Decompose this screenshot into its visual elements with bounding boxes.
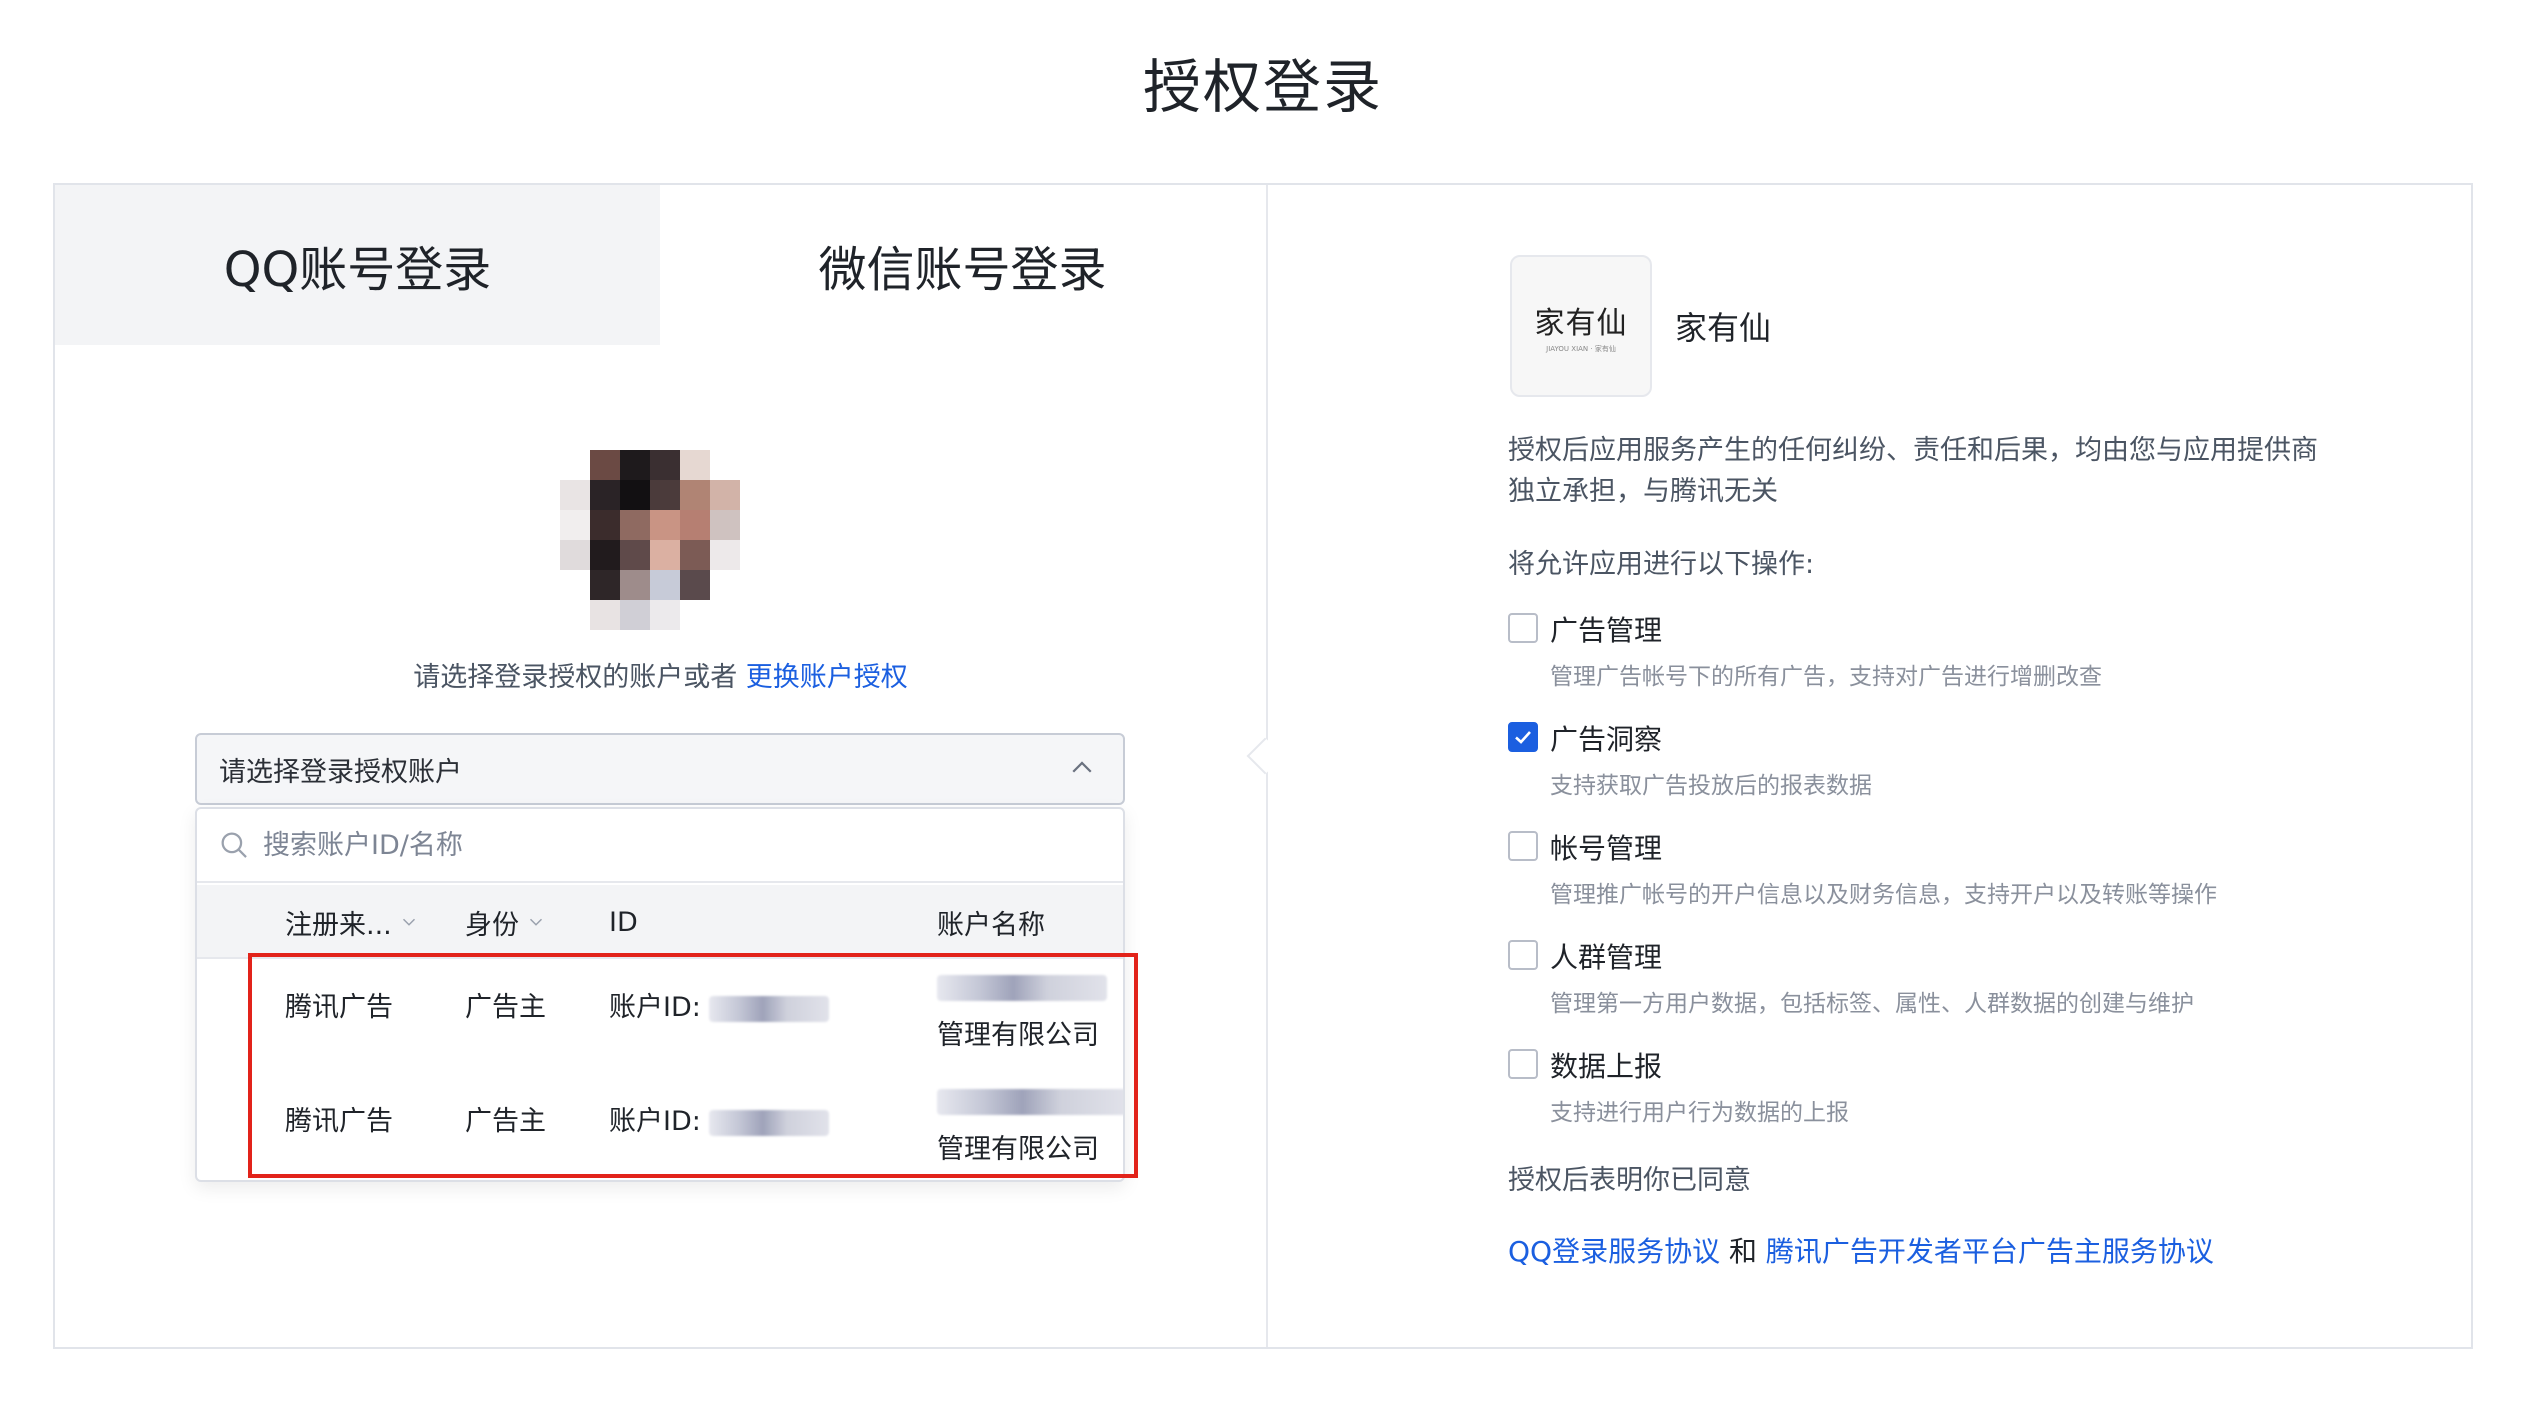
- permission-title: 广告管理: [1550, 614, 1663, 647]
- agree-text: 授权后表明你已同意: [1508, 1165, 1751, 1196]
- checkbox[interactable]: [1508, 613, 1538, 643]
- page-title: 授权登录: [1142, 53, 1383, 121]
- disclaimer: 授权后应用服务产生的任何纠纷、责任和后果，均由您与应用提供商独立承担，与腾讯无关: [1508, 435, 2318, 507]
- permission-title: 人群管理: [1550, 941, 1663, 974]
- app-logo-subtext: JIAYOU XIAN · 家有仙: [1546, 345, 1616, 353]
- app-logo: 家有仙 JIAYOU XIAN · 家有仙: [1510, 255, 1652, 397]
- permission-desc: 管理推广帐号的开户信息以及财务信息，支持开户以及转账等操作: [1550, 882, 2217, 908]
- checkbox[interactable]: [1508, 831, 1538, 861]
- chevron-down-icon: [402, 918, 415, 926]
- tab-qq-login[interactable]: QQ账号登录: [55, 185, 660, 345]
- panel-divider-notch: [1246, 737, 1284, 775]
- qq-login-agreement-link[interactable]: QQ登录服务协议: [1508, 1235, 1720, 1268]
- app-logo-text: 家有仙: [1534, 306, 1628, 341]
- checkbox-checked[interactable]: [1508, 722, 1538, 752]
- permission-desc: 支持进行用户行为数据的上报: [1550, 1100, 1849, 1126]
- column-role[interactable]: 身份: [465, 885, 547, 959]
- agreement-and: 和: [1729, 1235, 1758, 1268]
- column-role-label: 身份: [465, 909, 519, 941]
- agreement-links: QQ登录服务协议 和 腾讯广告开发者平台广告主服务协议: [1508, 1230, 2214, 1270]
- account-select[interactable]: 请选择登录授权账户: [195, 733, 1125, 805]
- search-icon: [221, 832, 247, 858]
- checkbox[interactable]: [1508, 1049, 1538, 1079]
- column-id: ID: [609, 906, 638, 938]
- platform-agreement-link[interactable]: 腾讯广告开发者平台广告主服务协议: [1766, 1235, 2214, 1268]
- column-name: 账户名称: [937, 909, 1045, 941]
- permission-desc: 管理第一方用户数据，包括标签、属性、人群数据的创建与维护: [1550, 991, 2194, 1017]
- login-prompt: 请选择登录授权的账户或者 更换账户授权: [55, 655, 1266, 694]
- account-select-placeholder: 请选择登录授权账户: [219, 756, 462, 788]
- allow-label: 将允许应用进行以下操作:: [1508, 549, 1815, 580]
- check-icon: [1515, 731, 1531, 744]
- chevron-down-icon: [529, 918, 543, 926]
- app-name: 家有仙: [1675, 309, 1772, 347]
- switch-account-link[interactable]: 更换账户授权: [746, 662, 908, 693]
- avatar: [560, 450, 740, 630]
- permission-desc: 支持获取广告投放后的报表数据: [1550, 773, 1872, 799]
- column-source-label: 注册来...: [285, 909, 392, 941]
- search-row: [197, 809, 1123, 883]
- table-header: 注册来... 身份 ID 账户名称: [197, 885, 1123, 959]
- search-input[interactable]: [263, 829, 1083, 861]
- prompt-text: 请选择登录授权的账户或者: [413, 662, 738, 693]
- permission-title: 广告洞察: [1550, 723, 1663, 756]
- tab-wechat-login[interactable]: 微信账号登录: [660, 185, 1265, 345]
- checkbox[interactable]: [1508, 940, 1538, 970]
- selection-highlight-box: [248, 953, 1138, 1178]
- permission-desc: 管理广告帐号下的所有广告，支持对广告进行增删改查: [1550, 664, 2102, 690]
- permission-title: 数据上报: [1550, 1050, 1663, 1083]
- chevron-up-icon: [1072, 761, 1092, 773]
- column-source[interactable]: 注册来...: [285, 885, 420, 959]
- permission-title: 帐号管理: [1550, 832, 1663, 865]
